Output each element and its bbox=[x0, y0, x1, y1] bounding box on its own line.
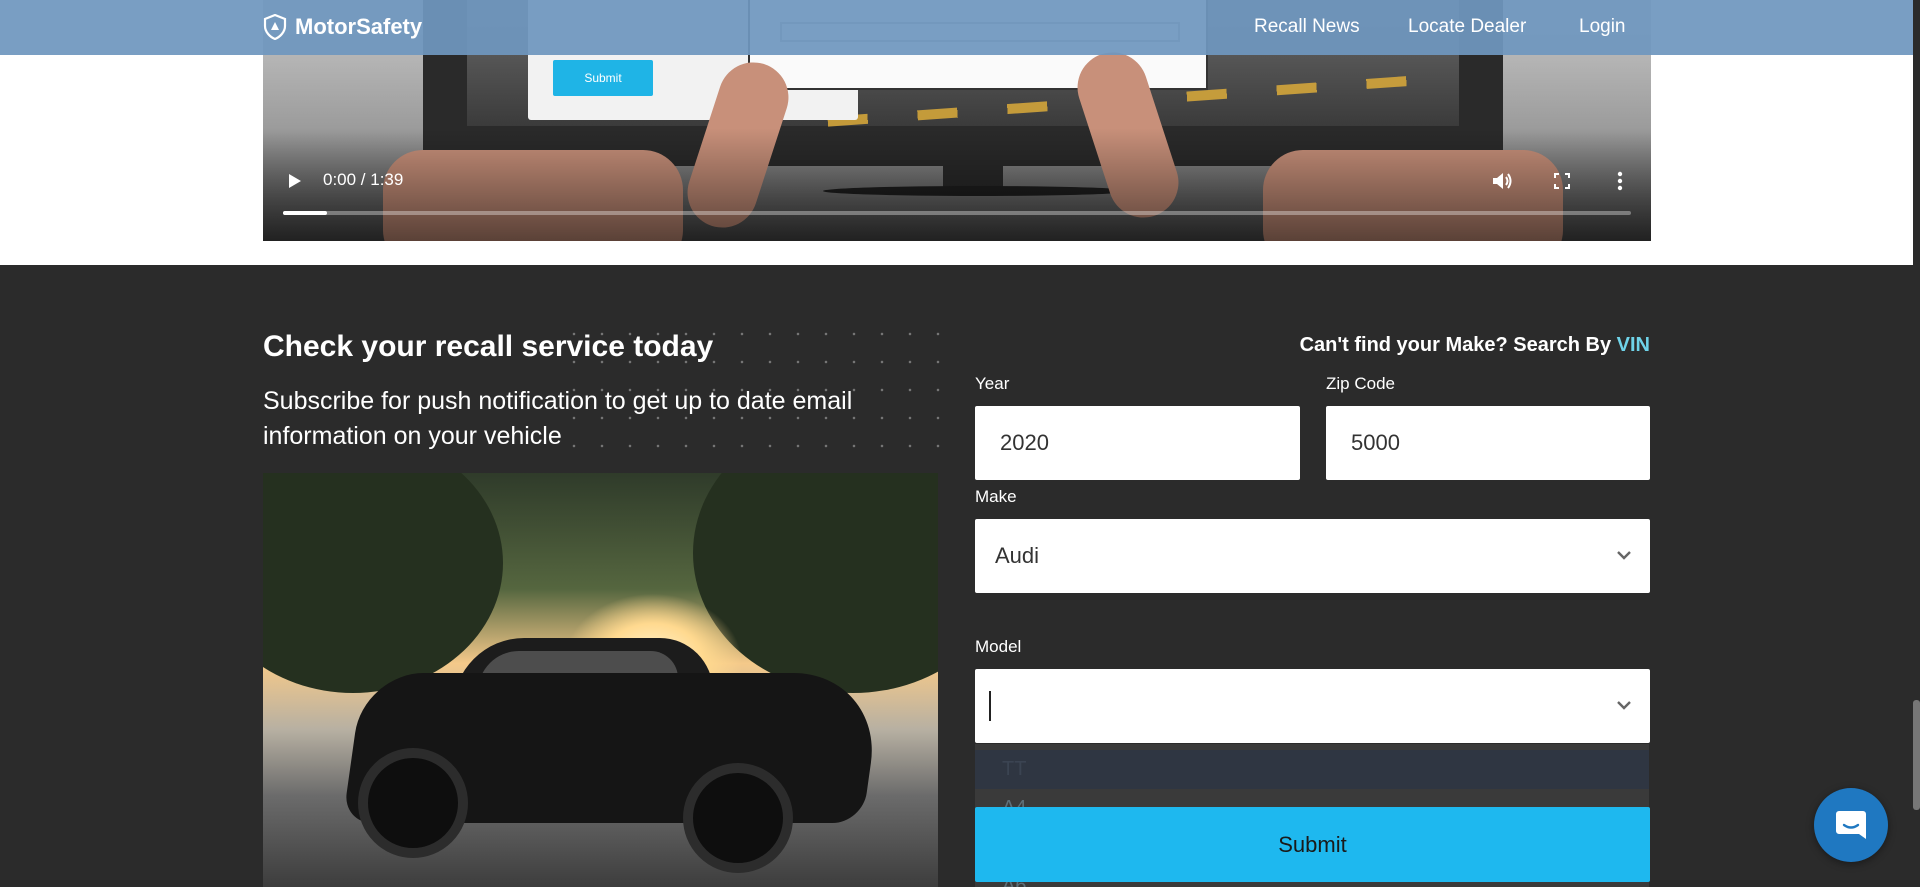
section-subtitle: Subscribe for push notification to get u… bbox=[263, 387, 853, 450]
nav-recall-news[interactable]: Recall News bbox=[1254, 16, 1360, 38]
video-frame-submit-button: Submit bbox=[553, 60, 653, 96]
play-icon[interactable] bbox=[283, 170, 307, 192]
video-progress-bar[interactable] bbox=[283, 211, 1631, 215]
chevron-down-icon bbox=[1617, 551, 1631, 560]
brand-name: MotorSafety bbox=[295, 14, 423, 39]
fullscreen-icon[interactable] bbox=[1550, 170, 1574, 192]
brand-logo[interactable]: MotorSafety bbox=[263, 14, 422, 40]
car-image bbox=[263, 473, 938, 887]
scrollbar-thumb[interactable] bbox=[1913, 700, 1920, 810]
video-progress-fill bbox=[283, 211, 328, 215]
section-title: Check your recall service today bbox=[263, 330, 714, 363]
video-time: 0:00 / 1:39 bbox=[323, 170, 404, 189]
make-selected-value: Audi bbox=[995, 543, 1040, 568]
zip-code-label: Zip Code bbox=[1326, 374, 1395, 393]
zip-code-input[interactable]: 5000 bbox=[1326, 406, 1650, 480]
chevron-down-icon bbox=[1617, 701, 1631, 710]
nav-login[interactable]: Login bbox=[1579, 16, 1626, 38]
chat-icon bbox=[1836, 811, 1866, 839]
vin-search-prompt: Can't find your Make? Search By VIN bbox=[1299, 334, 1650, 356]
text-cursor bbox=[989, 691, 991, 721]
more-vertical-icon[interactable] bbox=[1610, 170, 1630, 192]
model-option[interactable]: TT bbox=[975, 750, 1649, 789]
shield-logo-icon bbox=[263, 14, 287, 40]
model-label: Model bbox=[975, 637, 1022, 656]
page-scrollbar[interactable] bbox=[1913, 0, 1920, 887]
nav-locate-dealer[interactable]: Locate Dealer bbox=[1408, 16, 1526, 38]
model-select[interactable] bbox=[975, 669, 1650, 743]
submit-button[interactable]: Submit bbox=[975, 807, 1650, 882]
make-select[interactable]: Audi bbox=[975, 519, 1650, 593]
volume-icon[interactable] bbox=[1490, 170, 1516, 192]
top-navbar: MotorSafety Recall News Locate Dealer Lo… bbox=[0, 0, 1915, 55]
year-input[interactable]: 2020 bbox=[975, 406, 1300, 480]
vin-link[interactable]: VIN bbox=[1617, 334, 1650, 356]
chat-launcher-button[interactable] bbox=[1814, 788, 1888, 862]
year-label: Year bbox=[975, 374, 1010, 393]
make-label: Make bbox=[975, 487, 1017, 506]
